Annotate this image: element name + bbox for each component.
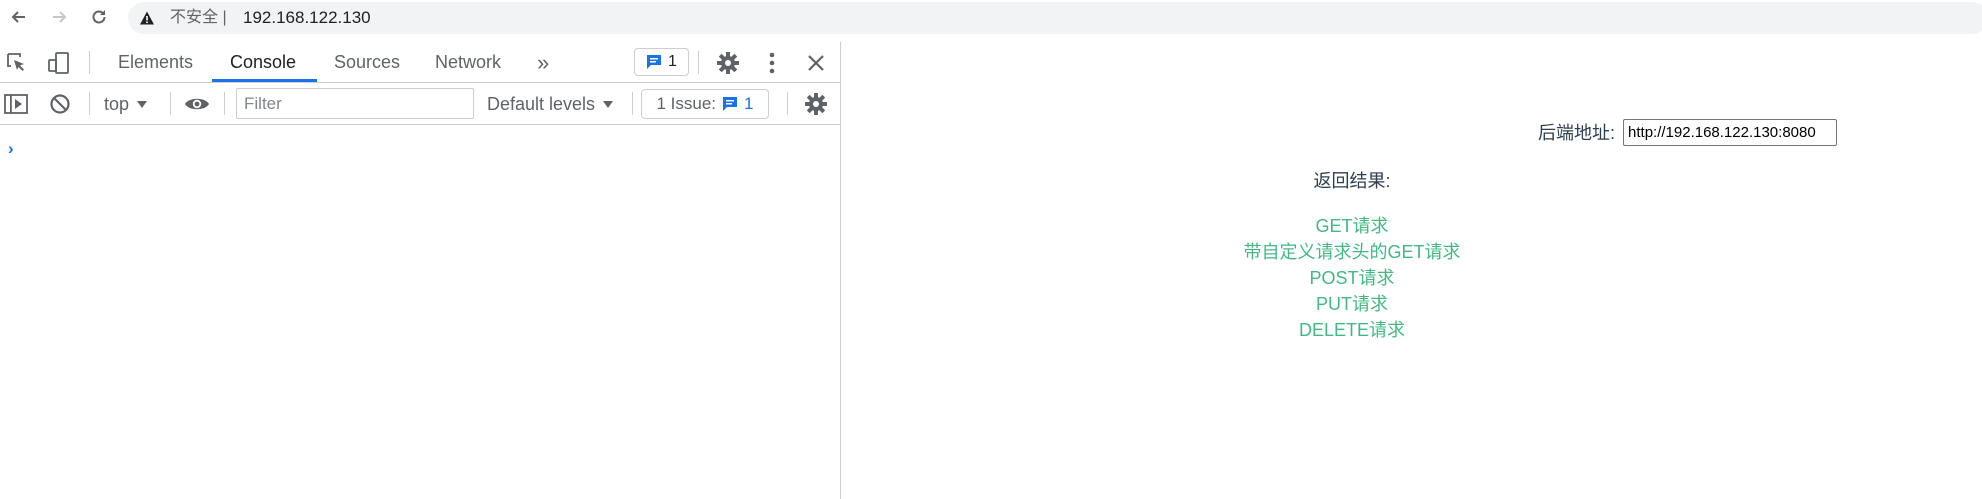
more-options-button[interactable] [760, 50, 784, 76]
inspect-cursor-icon [7, 53, 24, 71]
devtools-tabbar: Elements Console Sources Network » 1 [0, 42, 841, 83]
toolbar-divider [698, 51, 699, 74]
toolbar-divider [89, 92, 90, 115]
kebab-menu-icon [769, 52, 775, 74]
message-icon [647, 55, 662, 69]
arrow-right-icon [53, 11, 67, 23]
dropdown-triangle-icon [137, 100, 148, 108]
active-tab-indicator [212, 79, 317, 82]
url-text[interactable]: 192.168.122.130 [243, 9, 371, 27]
issues-label: 1 Issue: [656, 94, 717, 113]
eye-icon [185, 98, 209, 110]
toolbar-divider [89, 51, 90, 74]
security-status[interactable]: 不安全 | [170, 10, 227, 26]
sidebar-play-icon [4, 94, 28, 114]
block-icon [50, 94, 70, 114]
backend-label: 后端地址: [1538, 123, 1616, 143]
tab-console[interactable]: Console [230, 42, 296, 83]
toolbar-divider [787, 92, 788, 115]
back-button[interactable] [6, 4, 32, 30]
post-request-link[interactable]: POST请求 [842, 265, 1862, 291]
gear-icon [805, 93, 827, 115]
filter-input[interactable] [236, 88, 474, 119]
close-devtools-button[interactable] [803, 50, 829, 76]
request-links: GET请求 带自定义请求头的GET请求 POST请求 PUT请求 DELETE请… [842, 213, 1862, 343]
devtools-panel: Elements Console Sources Network » 1 top [0, 42, 841, 499]
device-toolbar-button[interactable] [46, 51, 72, 75]
toggle-sidebar-button[interactable] [4, 92, 28, 116]
toolbar-divider [170, 92, 171, 115]
message-icon [723, 97, 738, 111]
inspect-element-button[interactable] [5, 51, 29, 75]
backend-url-input[interactable] [1623, 118, 1838, 146]
tab-sources[interactable]: Sources [334, 42, 400, 83]
omnibox[interactable]: 不安全 | 192.168.122.130 [128, 2, 1982, 34]
log-levels-dropdown[interactable]: Default levels [487, 93, 614, 115]
backend-address-row: 后端地址: [1538, 118, 1838, 146]
browser-toolbar: 不安全 | 192.168.122.130 [0, 0, 1982, 35]
arrow-left-icon [11, 11, 25, 23]
forward-button[interactable] [46, 4, 72, 30]
close-icon [808, 55, 824, 71]
put-request-link[interactable]: PUT请求 [842, 291, 1862, 317]
context-selector[interactable]: top [104, 93, 148, 115]
result-label: 返回结果: [1313, 171, 1391, 191]
gear-icon [717, 52, 739, 74]
toolbar-divider [224, 92, 225, 115]
log-levels-label: Default levels [487, 93, 596, 114]
issues-count: 1 [744, 94, 754, 113]
messages-badge[interactable]: 1 [634, 48, 689, 76]
context-value: top [104, 93, 130, 114]
more-tabs-button[interactable]: » [537, 42, 549, 83]
live-expression-button[interactable] [183, 92, 211, 116]
page-viewport: 后端地址: 返回结果: GET请求 带自定义请求头的GET请求 POST请求 P… [842, 42, 1982, 499]
clear-console-button[interactable] [48, 92, 72, 116]
get-custom-header-request-link[interactable]: 带自定义请求头的GET请求 [842, 239, 1862, 265]
delete-request-link[interactable]: DELETE请求 [842, 317, 1862, 343]
reload-button[interactable] [86, 4, 112, 30]
toolbar-divider [632, 92, 633, 115]
tab-elements[interactable]: Elements [118, 42, 193, 83]
reload-icon [92, 10, 106, 24]
issues-button[interactable]: 1 Issue: 1 [641, 89, 769, 119]
get-request-link[interactable]: GET请求 [842, 213, 1862, 239]
tab-network[interactable]: Network [435, 42, 501, 83]
warning-icon[interactable] [139, 10, 155, 26]
messages-count: 1 [668, 53, 677, 70]
device-icon [48, 52, 69, 74]
console-prompt[interactable]: › [8, 139, 14, 159]
settings-button[interactable] [715, 50, 741, 76]
dropdown-triangle-icon [603, 100, 614, 108]
console-settings-button[interactable] [803, 91, 829, 117]
